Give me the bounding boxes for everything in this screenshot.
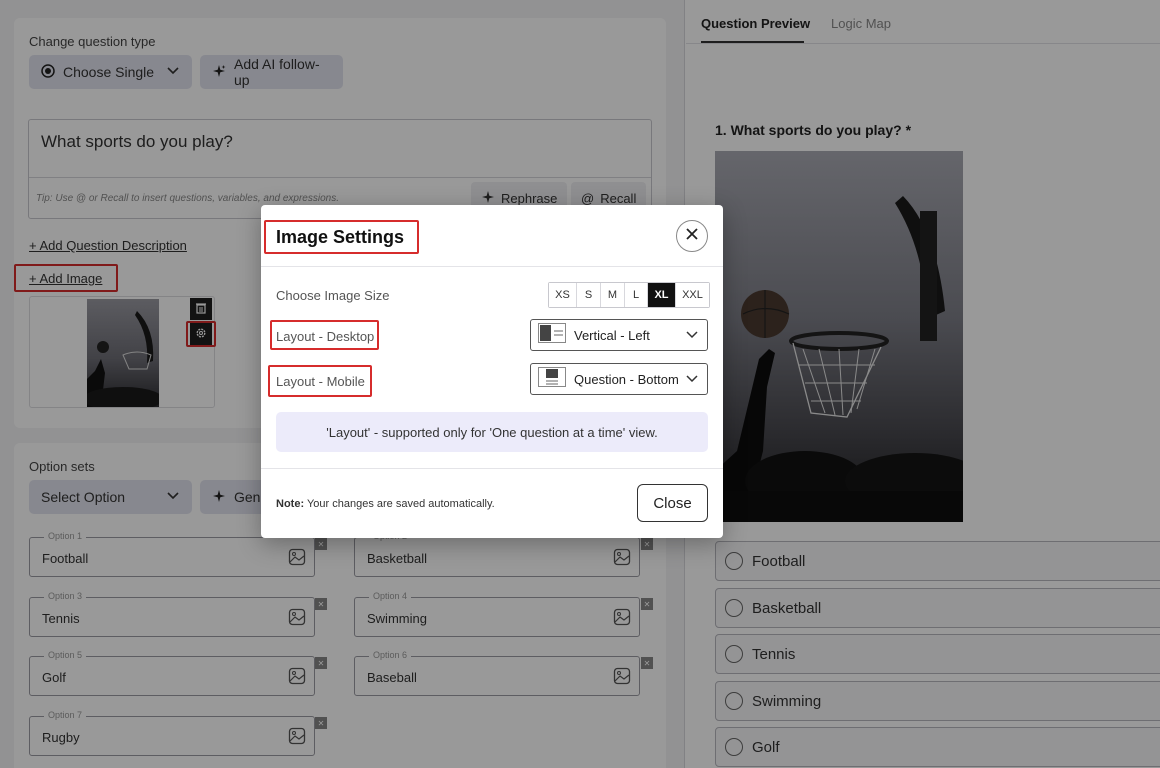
close-button[interactable]: Close — [637, 484, 708, 522]
note-text: Your changes are saved automatically. — [306, 498, 495, 510]
size-xl-button[interactable]: XL — [648, 283, 676, 307]
size-m-button[interactable]: M — [601, 283, 625, 307]
dialog-header-divider — [261, 266, 723, 267]
highlight-layout-mobile — [268, 365, 372, 397]
autosave-note: Note: Your changes are saved automatical… — [276, 498, 495, 510]
image-size-selector: XS S M L XL XXL — [548, 282, 710, 308]
layout-vertical-left-icon — [538, 322, 566, 348]
dialog-close-button[interactable] — [676, 220, 708, 252]
chevron-down-icon — [685, 372, 699, 390]
size-xs-button[interactable]: XS — [549, 283, 577, 307]
size-s-button[interactable]: S — [577, 283, 601, 307]
dialog-footer-divider — [261, 468, 723, 469]
highlight-layout-desktop — [270, 320, 379, 350]
close-icon — [685, 227, 699, 246]
layout-mobile-select[interactable]: Question - Bottom — [530, 363, 708, 395]
image-size-label: Choose Image Size — [276, 288, 390, 303]
layout-mobile-value: Question - Bottom — [574, 371, 679, 387]
image-settings-dialog: Image Settings Choose Image Size XS S M … — [261, 205, 723, 538]
size-xxl-button[interactable]: XXL — [676, 283, 709, 307]
layout-info-banner: 'Layout' - supported only for 'One quest… — [276, 412, 708, 452]
highlight-dialog-title — [264, 220, 419, 254]
note-label: Note: — [276, 498, 305, 510]
layout-desktop-value: Vertical - Left — [574, 327, 650, 343]
size-l-button[interactable]: L — [625, 283, 648, 307]
chevron-down-icon — [685, 328, 699, 346]
layout-question-bottom-icon — [538, 366, 566, 392]
layout-desktop-select[interactable]: Vertical - Left — [530, 319, 708, 351]
